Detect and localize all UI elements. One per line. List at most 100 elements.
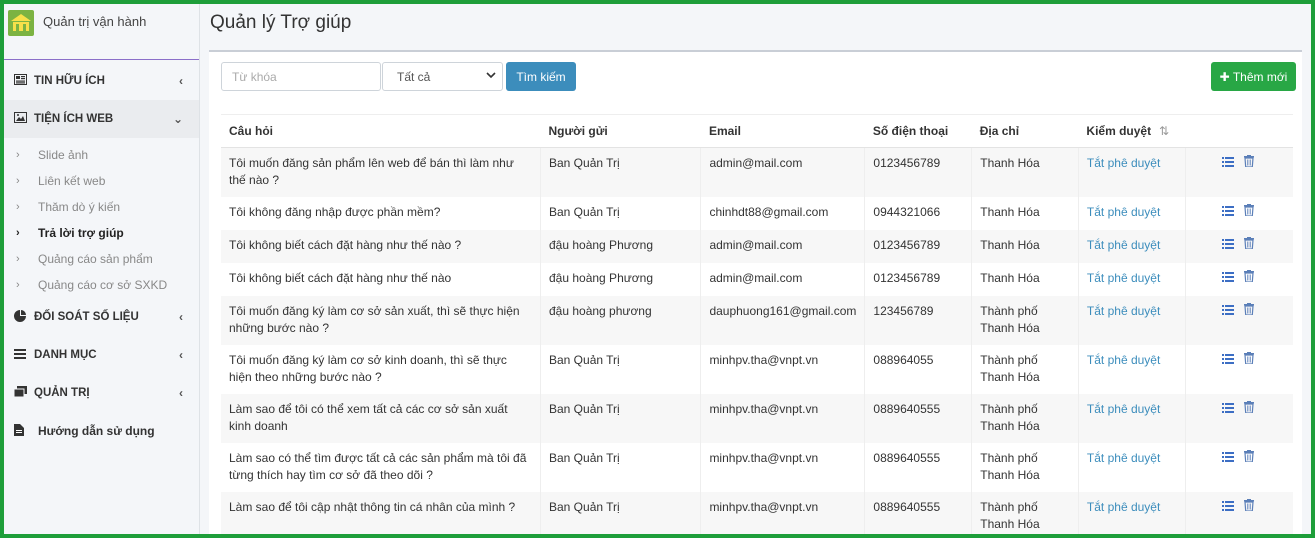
sidebar-section-label: QUẢN TRỊ	[34, 387, 90, 399]
cell-review[interactable]: Tắt phê duyệt	[1077, 262, 1186, 296]
sort-icon[interactable]: ⇅	[1159, 124, 1169, 138]
detail-list-icon[interactable]	[1221, 352, 1234, 369]
detail-list-icon[interactable]	[1221, 270, 1234, 287]
sidebar-item-huong-dan-su-dung[interactable]: Hướng dẫn sử dụng	[4, 412, 199, 450]
sidebar-section-tin-huu-ich[interactable]: TIN HỮU ÍCH ‹	[4, 62, 199, 100]
cell-question: Tôi không đăng nhập được phần mềm?	[229, 204, 441, 219]
app-frame: Quản trị vận hành TIN HỮU ÍCH ‹ TIỆN ÍCH…	[0, 0, 1315, 538]
main-content: Quản lý Trợ giúp Tất cả Tìm kiếm ✚ Thêm …	[200, 4, 1311, 534]
sidebar-section-label: DANH MỤC	[34, 349, 97, 361]
cell-sender: đậu hoàng phương	[539, 295, 701, 345]
sidebar-section-tien-ich-web[interactable]: TIỆN ÍCH WEB ⌄	[4, 100, 199, 138]
trash-icon[interactable]	[1243, 269, 1254, 287]
filter-select[interactable]: Tất cả	[382, 62, 503, 91]
column-header-review[interactable]: Kiểm duyệt ⇅	[1078, 114, 1186, 148]
column-header-phone[interactable]: Số điện thoại	[864, 114, 972, 148]
cell-email: admin@mail.com	[700, 229, 865, 263]
sidebar-section-danh-muc[interactable]: DANH MỤC ‹	[4, 336, 199, 374]
cell-sender: Ban Quản Trị	[539, 491, 701, 534]
chevron-right-icon: ›	[16, 279, 20, 291]
column-header-sender[interactable]: Người gửi	[540, 114, 701, 148]
trash-icon[interactable]	[1243, 400, 1254, 418]
cell-email: minhpv.tha@vnpt.vn	[700, 344, 865, 394]
keyword-input[interactable]	[221, 62, 381, 91]
column-header-email[interactable]: Email	[700, 114, 865, 148]
sidebar-item-slide-anh[interactable]: › Slide ảnh	[4, 142, 199, 168]
column-header-review-label: Kiểm duyệt	[1086, 124, 1152, 138]
brand[interactable]: Quản trị vận hành	[4, 4, 199, 60]
cell-question: Tôi muốn đăng ký làm cơ sở sản xuất, thì…	[229, 303, 520, 335]
cell-address: Thanh Hóa	[971, 229, 1079, 263]
table-row: Làm sao để tôi có thể xem tất cả các cơ …	[221, 393, 1293, 443]
chevron-right-icon: ›	[16, 253, 20, 265]
detail-list-icon[interactable]	[1221, 499, 1234, 516]
cell-review[interactable]: Tắt phê duyệt	[1077, 147, 1186, 197]
sidebar-item-lien-ket-web[interactable]: › Liên kết web	[4, 168, 199, 194]
cell-question: Tôi không biết cách đặt hàng như thế nào…	[229, 237, 462, 252]
cell-question: Làm sao để tôi có thể xem tất cả các cơ …	[229, 401, 508, 433]
trash-icon[interactable]	[1243, 236, 1254, 254]
search-button[interactable]: Tìm kiếm	[506, 62, 576, 91]
table-row: Tôi muốn đăng sản phẩm lên web để bán th…	[221, 147, 1293, 197]
trash-icon[interactable]	[1243, 203, 1254, 221]
chevron-right-icon: ›	[16, 149, 20, 161]
app-name: Quản trị vận hành	[43, 14, 147, 29]
cell-email: minhpv.tha@vnpt.vn	[700, 491, 865, 534]
cell-email: chinhdt88@gmail.com	[700, 196, 865, 230]
column-header-question[interactable]: Câu hỏi	[221, 114, 541, 148]
cell-review[interactable]: Tắt phê duyệt	[1077, 229, 1186, 263]
cell-sender: đậu hoàng Phương	[539, 229, 701, 263]
cell-actions	[1184, 393, 1293, 443]
detail-list-icon[interactable]	[1221, 204, 1234, 221]
sidebar-item-tham-do-y-kien[interactable]: › Thăm dò ý kiến	[4, 194, 199, 220]
cell-email: admin@mail.com	[700, 262, 865, 296]
cell-review[interactable]: Tắt phê duyệt	[1077, 491, 1186, 534]
detail-list-icon[interactable]	[1221, 450, 1234, 467]
cell-address: Thanh Hóa	[971, 196, 1079, 230]
detail-list-icon[interactable]	[1221, 303, 1234, 320]
window-icon	[13, 386, 30, 400]
trash-icon[interactable]	[1243, 302, 1254, 320]
sidebar-item-quang-cao-co-so-sxkd[interactable]: › Quảng cáo cơ sở SXKD	[4, 272, 199, 298]
sidebar-item-label: Thăm dò ý kiến	[38, 200, 121, 214]
cell-address: Thanh Hóa	[971, 262, 1079, 296]
column-header-actions	[1185, 114, 1293, 148]
cell-phone: 0944321066	[864, 196, 972, 230]
cell-review[interactable]: Tắt phê duyệt	[1077, 344, 1186, 394]
table-row: Tôi muốn đăng ký làm cơ sở sản xuất, thì…	[221, 295, 1293, 345]
trash-icon[interactable]	[1243, 449, 1254, 467]
cell-phone: 0889640555	[864, 393, 972, 443]
detail-list-icon[interactable]	[1221, 155, 1234, 172]
trash-icon[interactable]	[1243, 498, 1254, 516]
sidebar-section-doi-soat-so-lieu[interactable]: ĐỐI SOÁT SỐ LIỆU ‹	[4, 298, 199, 336]
cell-email: minhpv.tha@vnpt.vn	[700, 442, 865, 492]
sidebar-item-tra-loi-tro-giup[interactable]: › Trả lời trợ giúp	[4, 220, 199, 246]
sidebar-item-quang-cao-san-pham[interactable]: › Quảng cáo sản phẩm	[4, 246, 199, 272]
sidebar-item-label: Quảng cáo cơ sở SXKD	[38, 278, 168, 292]
add-new-label: Thêm mới	[1232, 69, 1288, 84]
sidebar-item-label: Slide ảnh	[38, 148, 89, 162]
cell-question: Tôi không biết cách đặt hàng như thế nào	[229, 270, 452, 285]
pie-chart-icon	[14, 309, 30, 325]
cell-review[interactable]: Tắt phê duyệt	[1077, 393, 1186, 443]
column-header-address[interactable]: Địa chỉ	[971, 114, 1079, 148]
cell-review[interactable]: Tắt phê duyệt	[1077, 442, 1186, 492]
cell-actions	[1184, 442, 1293, 492]
add-new-button[interactable]: ✚ Thêm mới	[1211, 62, 1296, 91]
trash-icon[interactable]	[1243, 351, 1254, 369]
detail-list-icon[interactable]	[1221, 401, 1234, 418]
cell-email: dauphuong161@gmail.com	[700, 295, 865, 345]
cell-review[interactable]: Tắt phê duyệt	[1077, 196, 1186, 230]
help-table: Câu hỏi Người gửi Email Số điện thoại Đị…	[221, 114, 1293, 534]
cell-phone: 123456789	[864, 295, 972, 345]
cell-actions	[1184, 491, 1293, 534]
chevron-left-icon: ‹	[179, 386, 183, 400]
filter-select-value: Tất cả	[397, 69, 431, 84]
detail-list-icon[interactable]	[1221, 237, 1234, 254]
chevron-down-icon	[486, 71, 496, 82]
cell-review[interactable]: Tắt phê duyệt	[1077, 295, 1186, 345]
sidebar-section-quan-tri[interactable]: QUẢN TRỊ ‹	[4, 374, 199, 412]
sidebar-item-label: Hướng dẫn sử dụng	[38, 424, 155, 438]
trash-icon[interactable]	[1243, 155, 1254, 172]
cell-sender: Ban Quản Trị	[539, 442, 701, 492]
